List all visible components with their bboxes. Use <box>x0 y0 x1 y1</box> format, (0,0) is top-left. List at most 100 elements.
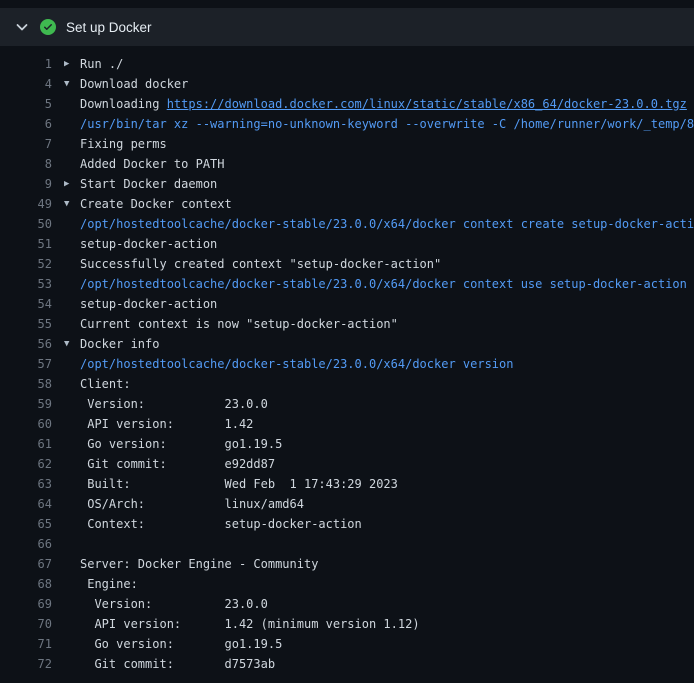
no-icon <box>64 534 80 554</box>
log-text: /usr/bin/tar xz --warning=no-unknown-key… <box>80 114 694 134</box>
gutter-gap <box>52 454 64 474</box>
line-number[interactable]: 62 <box>0 454 52 474</box>
log-command-text: /opt/hostedtoolcache/docker-stable/23.0.… <box>80 357 513 371</box>
log-group-line[interactable]: 4▼Download docker <box>0 74 694 94</box>
log-plain-text: Added Docker to PATH <box>80 157 225 171</box>
log-link[interactable]: https://download.docker.com/linux/static… <box>167 97 687 111</box>
line-number[interactable]: 72 <box>0 654 52 674</box>
log-text: OS/Arch: linux/amd64 <box>80 494 304 514</box>
no-icon <box>64 294 80 314</box>
gutter-gap <box>52 154 64 174</box>
gutter-gap <box>52 494 64 514</box>
line-number[interactable]: 53 <box>0 274 52 294</box>
line-number[interactable]: 8 <box>0 154 52 174</box>
log-plain-text: Create Docker context <box>80 197 232 211</box>
log-text: API version: 1.42 (minimum version 1.12) <box>80 614 420 634</box>
gutter-gap <box>52 354 64 374</box>
log-plain-text: Run ./ <box>80 57 123 71</box>
group-expanded-icon[interactable]: ▼ <box>64 194 80 214</box>
gutter-gap <box>52 314 64 334</box>
line-number[interactable]: 66 <box>0 534 52 554</box>
log-text: setup-docker-action <box>80 294 217 314</box>
log-text: Create Docker context <box>80 194 232 214</box>
log-group-line[interactable]: 9▶Start Docker daemon <box>0 174 694 194</box>
gutter-gap <box>52 134 64 154</box>
gutter-gap <box>52 74 64 94</box>
line-number[interactable]: 55 <box>0 314 52 334</box>
log-text: Current context is now "setup-docker-act… <box>80 314 398 334</box>
log-text: Run ./ <box>80 54 123 74</box>
no-icon <box>64 394 80 414</box>
line-number[interactable]: 59 <box>0 394 52 414</box>
line-number[interactable]: 54 <box>0 294 52 314</box>
log-area: 1▶Run ./4▼Download docker5Downloading ht… <box>0 46 694 674</box>
log-text: Git commit: e92dd87 <box>80 454 275 474</box>
group-expanded-icon[interactable]: ▼ <box>64 334 80 354</box>
line-number[interactable]: 7 <box>0 134 52 154</box>
log-line: 55 Current context is now "setup-docker-a… <box>0 314 694 334</box>
log-text: Engine: <box>80 574 138 594</box>
gutter-gap <box>52 174 64 194</box>
log-line: 69 Version: 23.0.0 <box>0 594 694 614</box>
line-number[interactable]: 63 <box>0 474 52 494</box>
log-line: 51setup-docker-action <box>0 234 694 254</box>
gutter-gap <box>52 554 64 574</box>
line-number[interactable]: 52 <box>0 254 52 274</box>
no-icon <box>64 154 80 174</box>
no-icon <box>64 94 80 114</box>
line-number[interactable]: 61 <box>0 434 52 454</box>
line-number[interactable]: 70 <box>0 614 52 634</box>
line-number[interactable]: 68 <box>0 574 52 594</box>
log-line: 53/opt/hostedtoolcache/docker-stable/23.… <box>0 274 694 294</box>
line-number[interactable]: 60 <box>0 414 52 434</box>
line-number[interactable]: 64 <box>0 494 52 514</box>
log-line: 60 API version: 1.42 <box>0 414 694 434</box>
log-text: Added Docker to PATH <box>80 154 225 174</box>
log-command-text: /opt/hostedtoolcache/docker-stable/23.0.… <box>80 277 687 291</box>
log-line: 72 Git commit: d7573ab <box>0 654 694 674</box>
no-icon <box>64 654 80 674</box>
log-plain-text: API version: 1.42 (minimum version 1.12) <box>80 617 420 631</box>
line-number[interactable]: 58 <box>0 374 52 394</box>
no-icon <box>64 214 80 234</box>
log-line: 57/opt/hostedtoolcache/docker-stable/23.… <box>0 354 694 374</box>
log-group-line[interactable]: 1 ▶Run ./ <box>0 54 694 74</box>
line-number[interactable]: 50 <box>0 214 52 234</box>
line-number[interactable]: 6 <box>0 114 52 134</box>
no-icon <box>64 454 80 474</box>
chevron-down-icon[interactable] <box>14 19 30 35</box>
line-number[interactable]: 65 <box>0 514 52 534</box>
line-number[interactable]: 9 <box>0 174 52 194</box>
line-number[interactable]: 49 <box>0 194 52 214</box>
no-icon <box>64 114 80 134</box>
line-number[interactable]: 69 <box>0 594 52 614</box>
log-command-text: /usr/bin/tar xz --warning=no-unknown-key… <box>80 117 694 131</box>
group-collapsed-icon[interactable]: ▶ <box>64 54 80 74</box>
log-text: Context: setup-docker-action <box>80 514 362 534</box>
gutter-gap <box>52 514 64 534</box>
check-circle-icon <box>40 19 56 35</box>
gutter-gap <box>52 194 64 214</box>
group-collapsed-icon[interactable]: ▶ <box>64 174 80 194</box>
no-icon <box>64 634 80 654</box>
gutter-gap <box>52 334 64 354</box>
log-group-line[interactable]: 49 ▼Create Docker context <box>0 194 694 214</box>
line-number[interactable]: 51 <box>0 234 52 254</box>
line-number[interactable]: 1 <box>0 54 52 74</box>
actions-log-viewer: Set up Docker 1▶Run ./4▼Download docker5… <box>0 0 694 683</box>
log-line: 61 Go version: go1.19.5 <box>0 434 694 454</box>
line-number[interactable]: 4 <box>0 74 52 94</box>
line-number[interactable]: 67 <box>0 554 52 574</box>
group-expanded-icon[interactable]: ▼ <box>64 74 80 94</box>
log-line: 67Server: Docker Engine - Community <box>0 554 694 574</box>
line-number[interactable]: 5 <box>0 94 52 114</box>
log-group-line[interactable]: 56▼Docker info <box>0 334 694 354</box>
line-number[interactable]: 71 <box>0 634 52 654</box>
log-text: Downloading https://download.docker.com/… <box>80 94 687 114</box>
line-number[interactable]: 56 <box>0 334 52 354</box>
line-number[interactable]: 57 <box>0 354 52 374</box>
log-plain-text: Version: 23.0.0 <box>80 597 268 611</box>
log-plain-text: Git commit: d7573ab <box>80 657 275 671</box>
log-plain-text: Successfully created context "setup-dock… <box>80 257 441 271</box>
step-header[interactable]: Set up Docker <box>0 8 694 46</box>
